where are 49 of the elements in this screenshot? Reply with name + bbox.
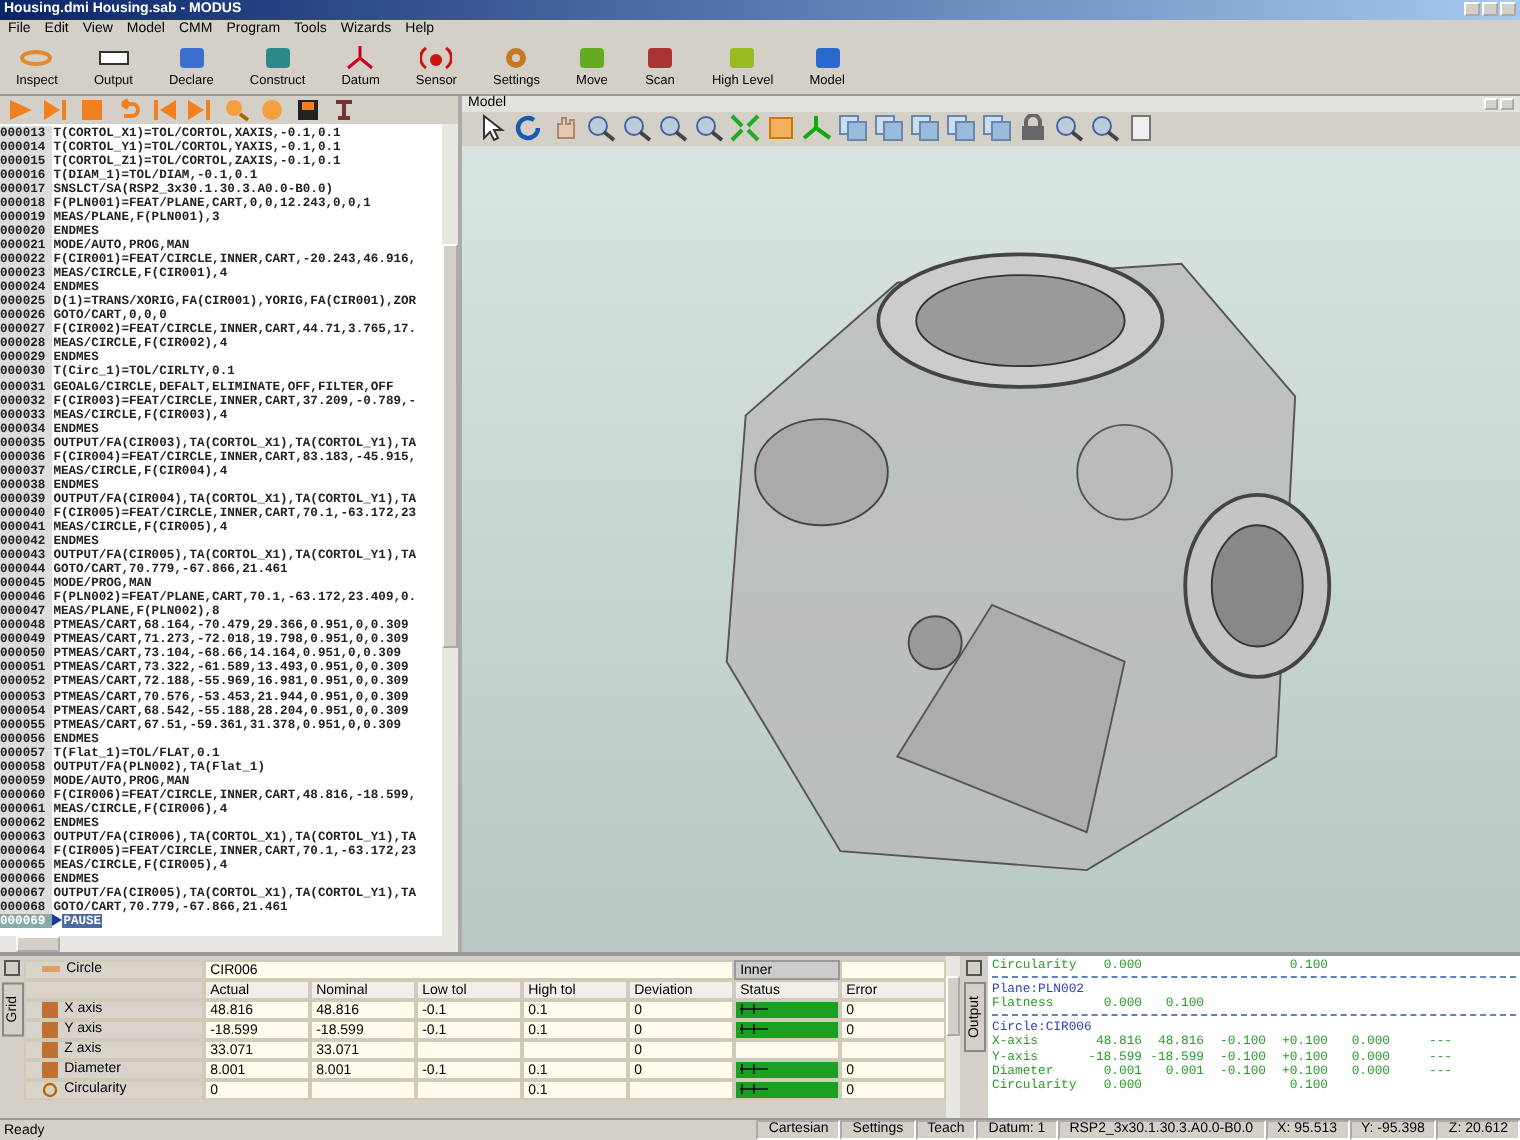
maximize-button[interactable] <box>1482 2 1498 17</box>
forward-icon[interactable] <box>186 97 214 122</box>
lock-icon[interactable] <box>1018 114 1048 143</box>
table-cell <box>840 959 947 980</box>
close-button[interactable] <box>4 959 21 976</box>
tool-icon <box>643 44 676 73</box>
table-cell <box>522 1039 629 1060</box>
zoom-icon[interactable] <box>1054 114 1084 143</box>
step-icon[interactable] <box>42 97 70 122</box>
rotate-icon[interactable] <box>514 114 544 143</box>
axes-icon <box>344 44 377 73</box>
tool-icon <box>420 44 453 73</box>
tool-icon <box>575 44 608 73</box>
table-cell <box>416 1039 523 1060</box>
back-icon[interactable] <box>150 97 178 122</box>
page-icon[interactable] <box>1126 114 1156 143</box>
table-cell <box>416 1079 523 1100</box>
copy-icon[interactable] <box>874 114 904 143</box>
zoom-in-icon[interactable] <box>658 114 688 143</box>
scrollbar[interactable] <box>442 123 458 936</box>
tool-icon <box>811 44 844 73</box>
tool-icon <box>726 44 759 73</box>
pointer-icon[interactable] <box>478 114 508 143</box>
stop-icon[interactable] <box>78 97 106 122</box>
table-cell <box>840 1039 947 1060</box>
minimize-button[interactable] <box>1464 2 1480 17</box>
copy-icon[interactable] <box>946 114 976 143</box>
zoom-icon[interactable] <box>1090 114 1120 143</box>
copy-icon[interactable] <box>910 114 940 143</box>
tool-icon <box>261 44 294 73</box>
tolerance-indicator-icon <box>740 1064 769 1075</box>
tolerance-indicator-icon <box>740 1084 769 1095</box>
copy-icon[interactable] <box>982 114 1012 143</box>
tolerance-indicator-icon <box>740 1024 769 1035</box>
tool-icon <box>175 44 208 73</box>
probe-icon[interactable] <box>330 97 358 122</box>
zoom-out-icon[interactable] <box>694 114 724 143</box>
scrollbar[interactable] <box>946 955 960 1118</box>
close-button[interactable] <box>966 959 982 976</box>
tolerance-indicator-icon <box>740 1004 769 1015</box>
zoom-box-icon[interactable] <box>622 114 652 143</box>
zoom-icon[interactable] <box>586 114 616 143</box>
copy-icon[interactable] <box>838 114 868 143</box>
zoom-icon[interactable] <box>222 97 250 122</box>
axes-icon[interactable] <box>802 114 832 143</box>
restore-button[interactable] <box>1484 97 1498 110</box>
circle-icon <box>42 1081 59 1098</box>
circle-feature-icon <box>42 965 61 974</box>
table-cell <box>310 1079 417 1100</box>
